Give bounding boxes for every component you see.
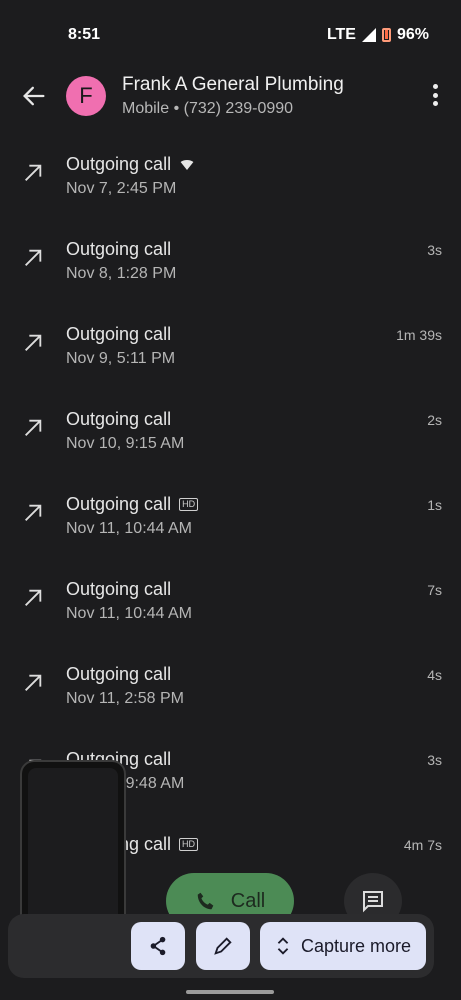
capture-more-button[interactable]: Capture more [260,922,426,970]
outgoing-call-icon [25,504,42,521]
outgoing-call-icon [25,334,42,351]
status-indicators: LTE 96% [327,26,429,44]
call-type: Outgoing call [66,664,172,684]
battery-icon [381,28,391,42]
call-type: Outgoing call [66,154,172,174]
call-duration: 7s [427,582,442,598]
call-label: Call [230,889,266,912]
call-date: Nov 11, 10:44 AM [66,605,192,622]
call-duration: 3s [427,242,442,258]
call-type: Outgoing call [66,409,172,429]
call-duration: 4s [427,667,442,683]
call-date: Nov 9, 5:11 PM [66,350,176,367]
status-bar: 8:51 LTE 96% [0,0,461,68]
call-type: Outgoing call [66,324,172,344]
wifi-calling-icon [179,159,196,170]
capture-toolbar: Capture more [8,914,434,978]
contact-number: Mobile • (732) 239-0990 [122,100,294,117]
expand-icon [277,937,289,955]
capture-more-label: Capture more [300,935,412,956]
network-type: LTE [326,26,356,43]
call-row[interactable]: Outgoing call Nov 7, 2:45 PM [0,140,461,225]
status-time: 8:51 [68,26,101,43]
contact-header: F Frank A General Plumbing Mobile • (732… [0,68,461,132]
outgoing-call-icon [25,164,42,181]
call-duration: 2s [427,412,442,428]
share-icon [150,936,166,956]
call-row[interactable]: Outgoing call Nov 9, 5:11 PM 1m 39s [0,310,461,395]
call-type: Outgoing call [66,239,172,259]
outgoing-call-icon [25,249,42,266]
call-date: Nov 8, 1:28 PM [66,265,177,282]
call-date: Nov 11, 2:58 PM [66,690,184,707]
pencil-icon [214,937,232,955]
call-row[interactable]: Outgoing call Nov 11, 10:44 AM 7s [0,565,461,650]
signal-icon [361,28,376,42]
battery-level: 96% [396,26,429,43]
hd-badge: HD [179,838,199,851]
call-duration: 4m 7s [403,837,442,853]
call-row[interactable]: Outgoing call Nov 10, 9:15 AM 2s [0,395,461,480]
call-duration: 1s [427,497,442,513]
call-type: Outgoing call [66,494,172,514]
hd-badge: HD [179,498,199,511]
call-row[interactable]: Outgoing call Nov 11, 2:58 PM 4s [0,650,461,735]
avatar[interactable]: F [66,76,106,116]
contact-name: Frank A General Plumbing [122,74,344,95]
outgoing-call-icon [25,419,42,436]
message-icon [363,891,383,913]
call-duration: 3s [427,752,442,768]
call-row[interactable]: Outgoing call Nov 8, 1:28 PM 3s [0,225,461,310]
edit-button[interactable] [196,922,250,970]
gesture-nav-bar[interactable] [186,990,274,994]
call-date: Nov 10, 9:15 AM [66,435,185,452]
outgoing-call-icon [25,674,42,691]
outgoing-call-icon [25,589,42,606]
phone-icon [197,892,214,910]
call-date: Nov 7, 2:45 PM [66,180,177,197]
call-row[interactable]: Outgoing call HD Nov 11, 10:44 AM 1s [0,480,461,565]
call-duration: 1m 39s [396,327,442,343]
call-type: Outgoing call [66,579,172,599]
call-date: Nov 11, 10:44 AM [66,520,192,537]
more-options-icon[interactable] [433,84,439,106]
share-button[interactable] [131,922,185,970]
back-arrow-icon[interactable] [20,82,48,110]
